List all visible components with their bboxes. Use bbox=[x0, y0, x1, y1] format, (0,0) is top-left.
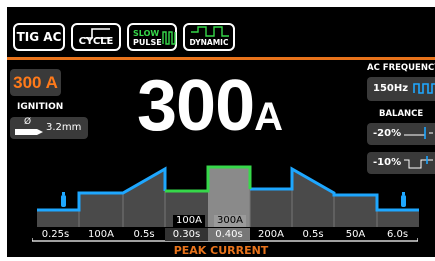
pre-gas-time[interactable]: 0.25s bbox=[32, 228, 79, 242]
cycle-parameter-bar: 0.25s 100A 0.5s 0.30s 0.40s 200A 0.5s 50… bbox=[32, 228, 418, 242]
down-slope-time[interactable]: 0.5s bbox=[292, 228, 334, 242]
welder-screen: TIG AC CYCLE SLOW PULSE DYNAMIC 300 A IG… bbox=[7, 7, 435, 257]
electrode-diameter-box[interactable]: Ø 3.2mm bbox=[10, 117, 88, 139]
main-current-value: 300 bbox=[137, 66, 255, 146]
tig-ac-label: TIG AC bbox=[16, 30, 62, 44]
balance-box-1[interactable]: -20% bbox=[367, 123, 435, 145]
post-gas-bottle-icon bbox=[401, 192, 406, 207]
pulse-label: PULSE bbox=[133, 38, 162, 47]
cycle-mode-button[interactable]: CYCLE bbox=[71, 23, 121, 51]
ac-frequency-box[interactable]: 150Hz bbox=[367, 77, 435, 101]
pre-gas-bottle-icon bbox=[61, 192, 66, 207]
main-current-unit: A bbox=[254, 95, 284, 139]
segment-base-current[interactable] bbox=[250, 189, 292, 227]
segment-post-gas[interactable] bbox=[377, 209, 419, 227]
diameter-symbol: Ø bbox=[24, 117, 32, 127]
balance-value-1: -20% bbox=[373, 128, 402, 139]
main-current-readout: 300A bbox=[137, 65, 283, 147]
balance-title: BALANCE bbox=[379, 109, 424, 119]
slow-pulse-waveform-icon bbox=[162, 31, 176, 45]
peak-pulse-value: 300A bbox=[214, 215, 246, 227]
crater-current[interactable]: 50A bbox=[334, 228, 377, 242]
dynamic-label: DYNAMIC bbox=[189, 38, 229, 47]
ignition-title: IGNITION bbox=[17, 102, 64, 112]
up-slope-time[interactable]: 0.5s bbox=[123, 228, 165, 242]
start-current[interactable]: 100A bbox=[79, 228, 123, 242]
electrode-icon bbox=[15, 129, 43, 135]
segment-crater-current[interactable] bbox=[334, 195, 377, 227]
slow-label: SLOW bbox=[133, 29, 160, 38]
peak-pulse-time[interactable]: 0.40s bbox=[208, 228, 250, 242]
background-pulse-value: 100A bbox=[173, 215, 205, 227]
segment-start-current[interactable] bbox=[79, 193, 123, 227]
slow-pulse-mode-button[interactable]: SLOW PULSE bbox=[127, 23, 177, 51]
tig-ac-mode-button[interactable]: TIG AC bbox=[13, 23, 65, 51]
electrode-diameter-value: 3.2mm bbox=[46, 122, 82, 133]
header-divider bbox=[7, 57, 435, 60]
segment-down-slope[interactable] bbox=[292, 169, 334, 227]
segment-up-slope[interactable] bbox=[123, 169, 165, 227]
cycle-label: CYCLE bbox=[78, 36, 114, 47]
post-gas-time[interactable]: 6.0s bbox=[377, 228, 418, 242]
base-current[interactable]: 200A bbox=[250, 228, 292, 242]
ac-frequency-title: AC FREQUENCY bbox=[367, 63, 435, 73]
ignition-current-box[interactable]: 300 A bbox=[10, 69, 61, 96]
selected-parameter-label: PEAK CURRENT bbox=[173, 244, 269, 257]
background-pulse-time[interactable]: 0.30s bbox=[165, 228, 208, 242]
ignition-current-value: 300 A bbox=[13, 72, 58, 92]
balance-waveform-icon bbox=[404, 127, 433, 139]
ac-frequency-value: 150Hz bbox=[373, 83, 409, 94]
segment-pre-gas[interactable] bbox=[37, 209, 79, 227]
ac-waveform-icon bbox=[413, 83, 435, 94]
dynamic-mode-button[interactable]: DYNAMIC bbox=[183, 23, 235, 51]
